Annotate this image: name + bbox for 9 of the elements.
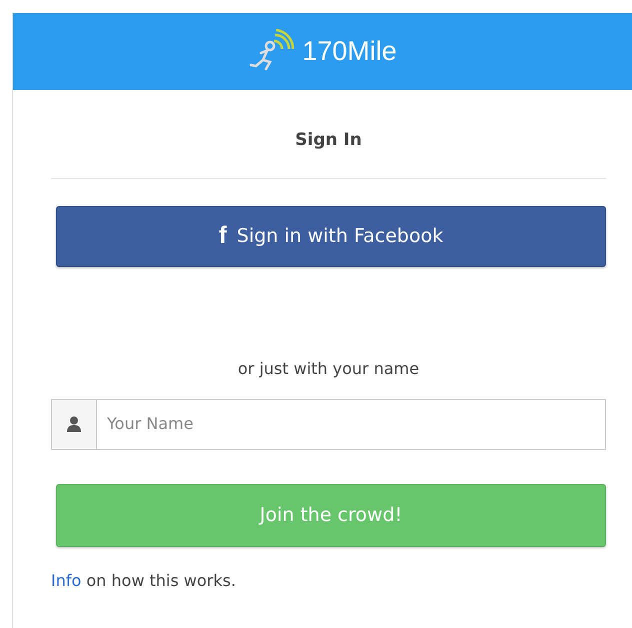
facebook-sign-in-button[interactable]: f Sign in with Facebook <box>56 206 606 266</box>
info-link[interactable]: Info <box>51 570 82 590</box>
page-title: Sign In <box>294 129 363 152</box>
user-icon <box>67 416 81 432</box>
facebook-icon: f <box>218 218 227 254</box>
brand-name: 170Mile <box>302 35 397 68</box>
info-text: Info on how this works. <box>51 570 237 592</box>
separator-text: or just with your name <box>236 358 420 380</box>
name-input-field[interactable]: Your Name <box>97 398 606 450</box>
